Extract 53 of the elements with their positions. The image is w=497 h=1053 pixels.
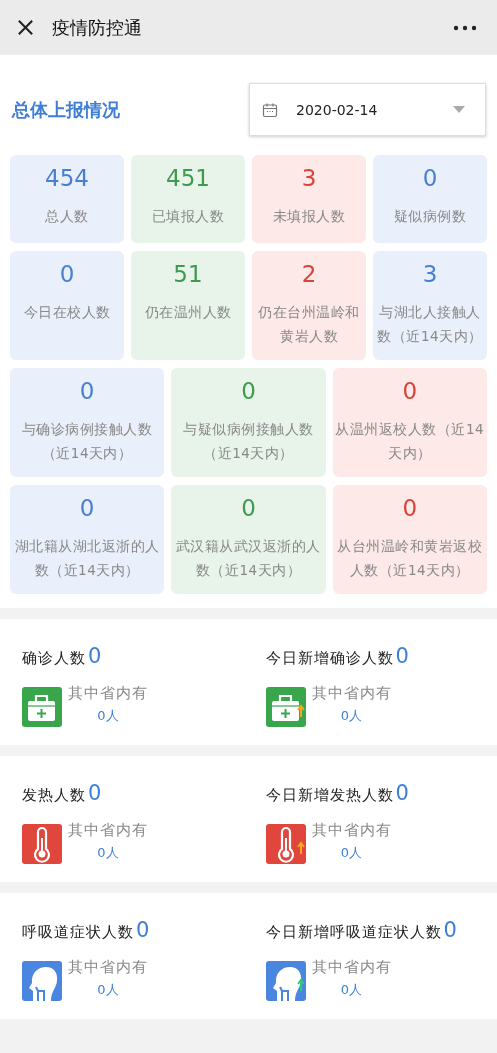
section-heading: 总体上报情况 [12,97,120,122]
stat-title: 今日新增发热人数 0 [265,780,411,807]
stat-label: 与疑似病例接触人数（近14天内） [182,420,315,463]
stat-value: 3 [422,261,438,287]
sub-value: 0人 [340,844,363,862]
caret-icon [453,106,465,113]
stat-value: 0 [402,495,418,521]
close-icon[interactable] [16,18,35,37]
stat-value: 0 [79,378,95,404]
stat-title: 今日新增确诊人数 0 [265,643,411,670]
stat-title: 呼吸道症状人数 0 [22,917,152,944]
sub-value: 0人 [97,707,119,725]
sub-value: 0人 [97,844,119,862]
stat-label: 仍在温州人数 [144,303,232,322]
calendar-icon [262,101,278,118]
stat-value: 0 [241,378,256,404]
sub-label: 其中省内有 [68,684,148,703]
stat-label: 与湖北人接触人数（近14天内） [376,303,484,346]
stat-label: 武汉籍从武汉返浙的人数（近14天内） [175,537,322,580]
stat-value: 2 [301,261,317,287]
stat-value: 0 [241,495,256,521]
stat-label: 从温州返校人数（近14天内） [334,420,485,463]
stat-value: 0 [422,165,438,191]
stat-value: 3 [301,165,317,191]
stat-label: 从台州温岭和黄岩返校人数（近14天内） [336,537,484,580]
stat-label: 湖北籍从湖北返浙的人数（近14天内） [13,537,161,580]
stat-label: 未填报人数 [272,207,346,226]
window-title: 疫情防控通 [52,15,143,40]
stat-value: 0 [59,261,75,287]
sub-label: 其中省内有 [68,958,148,977]
stat-label: 疑似病例数 [393,207,467,226]
sub-value: 0人 [340,981,363,999]
stat-value: 0 [79,495,95,521]
stat-label: 总人数 [45,207,89,226]
more-icon[interactable] [453,24,477,31]
stat-value: 0 [402,378,418,404]
stat-label: 已填报人数 [151,207,225,226]
date-picker[interactable]: 2020-02-14 [249,83,486,136]
stat-value: 454 [45,165,89,191]
stat-label: 与确诊病例接触人数（近14天内） [20,420,154,463]
stat-value: 51 [173,261,203,287]
stat-title: 发热人数 0 [22,780,104,807]
stat-label: 今日在校人数 [23,303,111,322]
sub-label: 其中省内有 [311,684,392,703]
stat-title: 今日新增呼吸道症状人数 0 [265,917,459,944]
stat-value: 451 [166,165,210,191]
sub-label: 其中省内有 [68,821,148,840]
stat-title: 确诊人数 0 [22,643,104,670]
stat-label: 仍在台州温岭和黄岩人数 [257,303,361,346]
sub-label: 其中省内有 [311,821,392,840]
sub-label: 其中省内有 [311,958,392,977]
sub-value: 0人 [340,707,363,725]
sub-value: 0人 [97,981,119,999]
